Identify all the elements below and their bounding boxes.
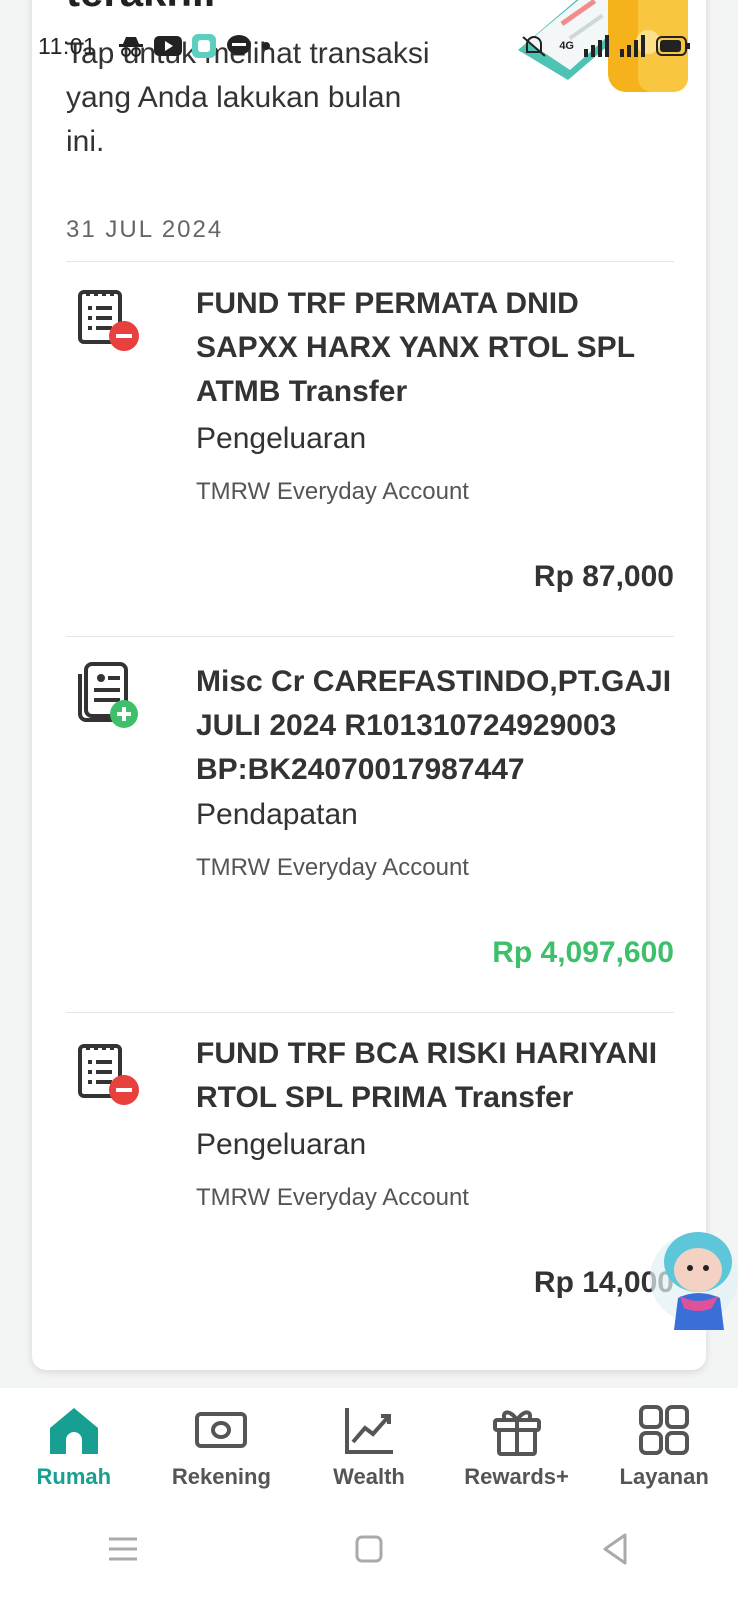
transaction-type: Pengeluaran bbox=[196, 1128, 367, 1161]
nav-item-rumah[interactable]: Rumah bbox=[4, 1388, 144, 1490]
back-icon[interactable] bbox=[595, 1529, 635, 1569]
chart-icon bbox=[344, 1408, 393, 1454]
status-bar: 11:01 4G bbox=[0, 0, 738, 92]
signal-strength-icon bbox=[584, 35, 609, 57]
transaction-account: TMRW Everyday Account bbox=[196, 854, 469, 881]
signal-strength-icon-2 bbox=[620, 35, 645, 57]
transaction-account: TMRW Everyday Account bbox=[196, 478, 469, 505]
income-document-icon bbox=[78, 662, 138, 728]
bottom-nav: Rumah Rekening Wealth Rewards+ Layanan bbox=[0, 1388, 738, 1498]
nav-item-layanan[interactable]: Layanan bbox=[594, 1388, 734, 1490]
incognito-icon bbox=[119, 37, 143, 57]
transaction-account: TMRW Everyday Account bbox=[196, 1184, 469, 1211]
mute-bell-icon bbox=[522, 36, 546, 57]
nav-item-wealth[interactable]: Wealth bbox=[299, 1388, 439, 1490]
network-type: 4G bbox=[559, 40, 574, 52]
gift-icon bbox=[492, 1410, 541, 1456]
nav-label: Rewards+ bbox=[464, 1464, 569, 1489]
transaction-type: Pengeluaran bbox=[196, 422, 367, 455]
more-notifications-dot-icon bbox=[262, 42, 270, 50]
divider bbox=[66, 636, 674, 637]
home-square-icon[interactable] bbox=[349, 1529, 389, 1569]
expense-receipt-icon bbox=[78, 290, 139, 351]
transaction-amount: Rp 87,000 bbox=[533, 560, 674, 593]
menu-icon[interactable] bbox=[103, 1529, 143, 1569]
divider bbox=[66, 1012, 674, 1013]
transaction-amount: Rp 4,097,600 bbox=[492, 936, 674, 969]
nav-item-rewards[interactable]: Rewards+ bbox=[447, 1388, 587, 1490]
chat-icon bbox=[227, 35, 251, 55]
assistant-mascot-icon[interactable] bbox=[650, 1218, 738, 1340]
recent-transactions-card[interactable]: terakhir Tap untuk melihat transaksi yan… bbox=[32, 0, 706, 1370]
youtube-icon bbox=[154, 36, 182, 56]
transaction-item[interactable]: FUND TRF PERMATA DNID SAPXX HARX YANX RT… bbox=[66, 282, 674, 602]
expense-receipt-icon bbox=[78, 1044, 139, 1105]
divider bbox=[66, 261, 674, 262]
transaction-title: Misc Cr CAREFASTINDO,PT.GAJI JULI 2024 R… bbox=[196, 665, 672, 786]
status-time: 11:01 bbox=[38, 33, 97, 59]
transaction-item[interactable]: FUND TRF BCA RISKI HARIYANI RTOL SPL PRI… bbox=[66, 1032, 674, 1322]
app-notification-icon bbox=[192, 34, 216, 58]
nav-label: Layanan bbox=[619, 1464, 709, 1489]
transaction-item[interactable]: Misc Cr CAREFASTINDO,PT.GAJI JULI 2024 R… bbox=[66, 660, 674, 980]
transaction-type: Pendapatan bbox=[196, 798, 358, 831]
home-icon bbox=[49, 1408, 98, 1454]
grid-icon bbox=[639, 1405, 690, 1455]
money-icon bbox=[195, 1412, 248, 1448]
nav-label: Rumah bbox=[36, 1464, 112, 1489]
transaction-title: FUND TRF BCA RISKI HARIYANI RTOL SPL PRI… bbox=[196, 1037, 658, 1114]
transaction-title: FUND TRF PERMATA DNID SAPXX HARX YANX RT… bbox=[196, 287, 635, 408]
nav-item-rekening[interactable]: Rekening bbox=[151, 1388, 291, 1490]
date-label: 31 JUL 2024 bbox=[66, 216, 224, 243]
nav-label: Wealth bbox=[333, 1464, 405, 1489]
system-nav-bar bbox=[0, 1498, 738, 1600]
nav-label: Rekening bbox=[171, 1464, 271, 1489]
battery-icon bbox=[656, 36, 690, 56]
